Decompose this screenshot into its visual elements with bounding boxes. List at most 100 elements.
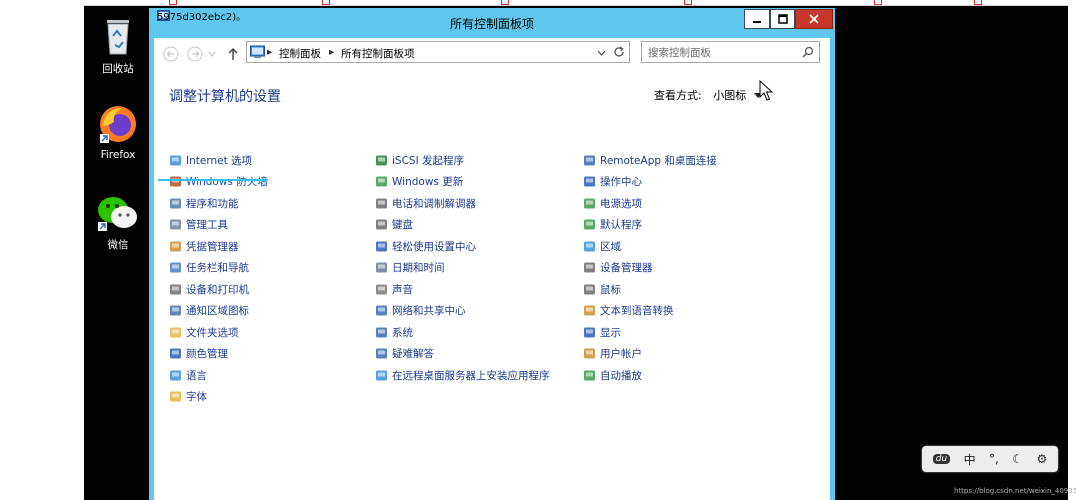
control-panel-item[interactable]: 疑难解答 — [375, 346, 434, 362]
control-panel-item-label: 设备和打印机 — [186, 283, 249, 296]
notification-area-icon — [169, 304, 182, 317]
control-panel-item[interactable]: 在远程桌面服务器上安装应用程序 — [375, 367, 550, 383]
ime-punctuation-toggle[interactable]: °, — [989, 452, 999, 466]
control-panel-item-label: 操作中心 — [600, 176, 642, 188]
control-panel-item-label: 在远程桌面服务器上安装应用程序 — [392, 369, 550, 382]
ime-night-mode-icon[interactable]: ☾ — [1012, 452, 1023, 466]
wechat-icon — [98, 197, 137, 231]
control-panel-item[interactable]: 凭据管理器 — [169, 238, 239, 254]
desktop-icon-firefox[interactable]: Firefox — [86, 104, 150, 161]
control-panel-item[interactable]: 字体 — [169, 389, 207, 405]
control-panel-item-label: Internet 选项 — [186, 154, 253, 167]
ime-toolbar: du 中 °, ☾ ⚙ — [922, 446, 1058, 472]
control-panel-item[interactable]: 程序和功能 — [169, 195, 239, 211]
control-panel-item[interactable]: 文本到语音转换 — [583, 303, 674, 319]
control-panel-item[interactable]: 文件夹选项 — [169, 324, 239, 340]
control-panel-item[interactable]: 通知区域图标 — [169, 303, 249, 319]
control-panel-item-label: 凭据管理器 — [186, 240, 239, 253]
chevron-right-icon: ▸ — [329, 46, 335, 58]
refresh-icon[interactable] — [613, 46, 625, 58]
title-bar[interactable]: 5975d302ebc2)。 所有控制面板项 — [149, 8, 835, 38]
remoteapp-icon — [583, 154, 596, 167]
ime-mode-toggle[interactable]: 中 — [964, 451, 976, 468]
minimize-button[interactable] — [744, 9, 770, 29]
breadcrumb-all-items[interactable]: 所有控制面板项 — [341, 46, 415, 61]
control-panel-item-label: 声音 — [392, 283, 413, 296]
page-heading: 调整计算机的设置 — [169, 89, 281, 105]
firefox-icon — [100, 106, 136, 143]
control-panel-item[interactable]: 日期和时间 — [375, 260, 445, 276]
control-panel-item-label: 管理工具 — [186, 219, 228, 231]
control-panel-item-label: 电源选项 — [600, 197, 642, 210]
control-panel-item-label: 颜色管理 — [186, 348, 228, 360]
control-panel-item-label: 轻松使用设置中心 — [392, 240, 476, 253]
search-input[interactable] — [648, 45, 798, 60]
internet-options-icon — [169, 154, 182, 167]
control-panel-item[interactable]: 用户帐户 — [583, 346, 642, 362]
search-box[interactable] — [641, 41, 820, 63]
desktop-icon-wechat[interactable]: 微信 — [86, 194, 150, 252]
control-panel-item[interactable]: 轻松使用设置中心 — [375, 238, 476, 254]
control-panel-item[interactable]: Windows 防火墙 — [169, 174, 268, 190]
control-panel-item[interactable]: RemoteApp 和桌面连接 — [583, 152, 717, 168]
control-panel-item[interactable]: 设备和打印机 — [169, 281, 249, 297]
control-panel-item-label: 鼠标 — [600, 283, 621, 296]
recent-locations-button[interactable] — [206, 45, 218, 63]
control-panel-item[interactable]: 管理工具 — [169, 217, 228, 233]
control-panel-item-label: Windows 防火墙 — [186, 176, 268, 188]
sound-icon — [375, 283, 388, 296]
control-panel-item-label: 文件夹选项 — [186, 326, 239, 339]
view-by-dropdown[interactable]: 小图标 — [713, 89, 746, 102]
breadcrumb-control-panel[interactable]: 控制面板 — [279, 46, 321, 61]
search-icon[interactable] — [802, 46, 814, 58]
close-button[interactable] — [795, 9, 833, 29]
minimize-icon — [753, 21, 761, 23]
address-dropdown-icon[interactable] — [597, 49, 606, 57]
programs-features-icon — [169, 197, 182, 210]
maximize-button[interactable] — [770, 9, 795, 29]
control-panel-item-label: RemoteApp 和桌面连接 — [600, 154, 717, 167]
control-panel-item[interactable]: 电话和调制解调器 — [375, 195, 476, 211]
control-panel-item[interactable]: 区域 — [583, 238, 621, 254]
control-panel-item[interactable]: 显示 — [583, 324, 621, 340]
control-panel-item-label: 显示 — [600, 326, 621, 339]
address-bar[interactable]: ▸ 控制面板 ▸ 所有控制面板项 — [246, 41, 630, 63]
back-button[interactable] — [162, 45, 180, 63]
control-panel-item[interactable]: Internet 选项 — [169, 152, 252, 168]
windows-update-icon — [375, 175, 388, 188]
control-panel-item[interactable]: 系统 — [375, 324, 413, 340]
language-icon — [169, 369, 182, 382]
control-panel-item[interactable]: 鼠标 — [583, 281, 621, 297]
control-panel-item[interactable]: 操作中心 — [583, 174, 642, 190]
user-accounts-icon — [583, 347, 596, 360]
credential-manager-icon — [169, 240, 182, 253]
forward-arrow-icon — [187, 46, 203, 62]
control-panel-item[interactable]: 声音 — [375, 281, 413, 297]
control-panel-item-label: Windows 更新 — [392, 176, 464, 188]
control-panel-item[interactable]: iSCSI 发起程序 — [375, 152, 464, 168]
forward-button[interactable] — [186, 45, 204, 63]
control-panel-item[interactable]: Windows 更新 — [375, 174, 463, 190]
control-panel-item[interactable]: 键盘 — [375, 217, 413, 233]
control-panel-item[interactable]: 设备管理器 — [583, 260, 653, 276]
control-panel-item[interactable]: 语言 — [169, 367, 207, 383]
right-page-strip — [1068, 0, 1076, 500]
control-panel-icon — [250, 45, 265, 58]
control-panel-item-label: 语言 — [186, 369, 207, 382]
ime-settings-icon[interactable]: ⚙ — [1037, 452, 1048, 466]
control-panel-item[interactable]: 默认程序 — [583, 217, 642, 233]
close-icon — [809, 14, 819, 24]
firewall-icon — [169, 175, 182, 188]
printer-icon — [169, 283, 182, 296]
control-panel-item-label: 网络和共享中心 — [392, 305, 466, 317]
control-panel-item[interactable]: 颜色管理 — [169, 346, 228, 362]
control-panel-item-label: 文本到语音转换 — [600, 305, 674, 317]
baidu-ime-logo-icon[interactable]: du — [932, 454, 951, 464]
control-panel-item[interactable]: 电源选项 — [583, 195, 642, 211]
control-panel-item[interactable]: 自动播放 — [583, 367, 642, 383]
control-panel-item[interactable]: 网络和共享中心 — [375, 303, 466, 319]
desktop-icon-recycle-bin[interactable]: 回收站 — [86, 16, 150, 76]
up-button[interactable] — [224, 45, 242, 63]
control-panel-item[interactable]: 任务栏和导航 — [169, 260, 249, 276]
control-panel-item-label: 区域 — [600, 240, 621, 253]
